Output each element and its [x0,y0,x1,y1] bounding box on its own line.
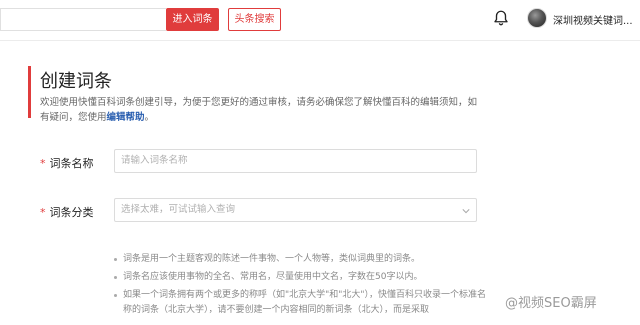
avatar[interactable] [527,8,547,28]
entry-name-placeholder: 请输入词条名称 [121,155,188,166]
intro-end: 。 [144,112,155,123]
entry-category-label-text: 词条分类 [49,206,94,219]
title-accent-bar [28,66,31,118]
required-mark: * [40,206,46,219]
search-input[interactable] [0,8,166,31]
intro-text: 欢迎使用快懂百科词条创建引导，为便于您更好的通过审核，请务必确保您了解快懂百科的… [40,95,480,125]
tip-item: 词条是用一个主题客观的陈述一件事物、一个人物等，类似词典里的词条。 [114,252,494,267]
watermark: @视频SEO霸屏 [505,296,597,311]
entry-name-label-text: 词条名称 [49,157,94,170]
entry-category-placeholder: 选择太难，可试试输入查询 [121,204,236,215]
bell-icon[interactable] [492,9,510,27]
username[interactable]: 深圳视频关键词... [553,12,633,27]
entry-category-label: * 词条分类 [40,204,94,220]
toutiao-search-button[interactable]: 头条搜索 [228,8,281,31]
required-mark: * [40,157,46,170]
edit-help-link[interactable]: 编辑帮助 [107,112,145,123]
entry-category-select[interactable]: 选择太难，可试试输入查询 [114,198,477,222]
tip-item: 词条名应该使用事物的全名、常用名，尽量使用中文名，字数在50字以内。 [114,270,494,285]
tip-item: 如果一个词条拥有两个或更多的称呼（如"北京大学"和"北大"），快懂百科只收录一个… [114,288,494,318]
chevron-down-icon[interactable] [462,207,470,215]
tips-list: 词条是用一个主题客观的陈述一件事物、一个人物等，类似词典里的词条。 词条名应该使… [114,252,494,321]
top-bar: 进入词条 头条搜索 深圳视频关键词... [0,0,640,41]
entry-name-label: * 词条名称 [40,155,94,171]
page-title: 创建词条 [40,71,112,92]
enter-entry-button[interactable]: 进入词条 [166,8,219,31]
entry-name-field[interactable]: 请输入词条名称 [114,149,477,173]
